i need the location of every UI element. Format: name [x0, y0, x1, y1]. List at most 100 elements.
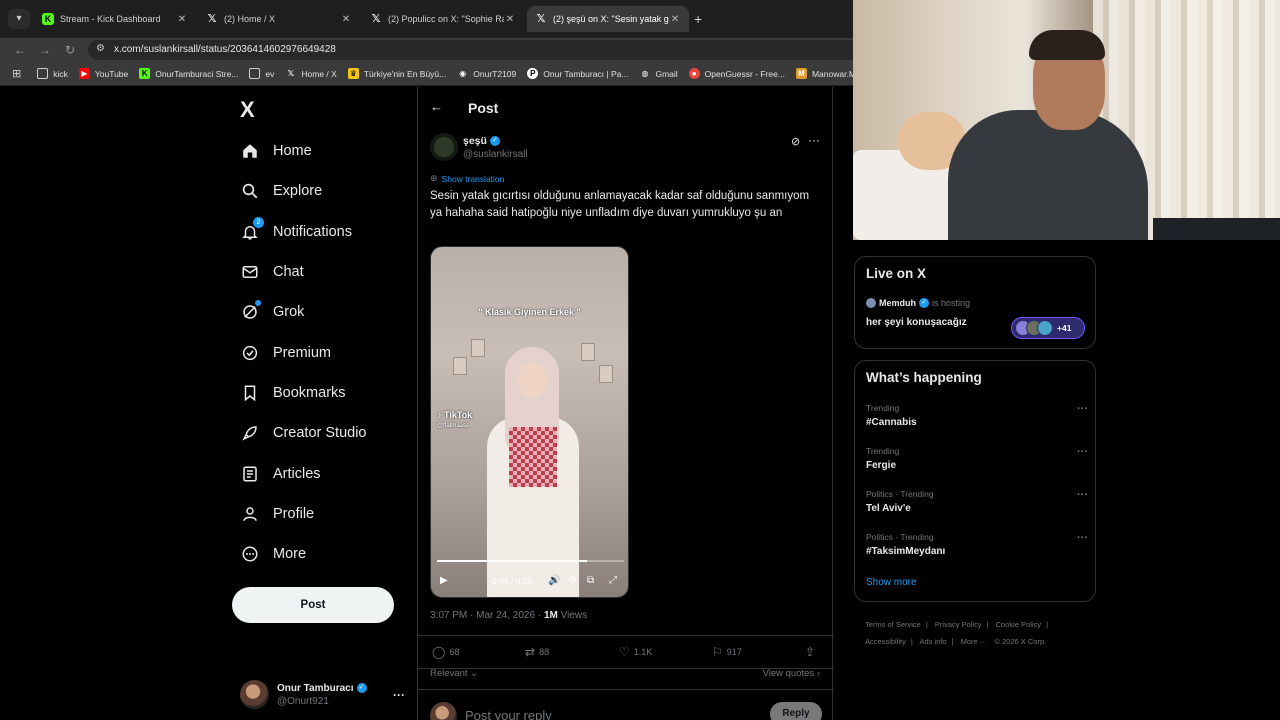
nav-notifications[interactable]: 2 Notifications [240, 212, 367, 252]
home-icon [240, 141, 260, 161]
play-icon[interactable]: ▶ [440, 575, 448, 586]
view-quotes-link[interactable]: View quotes › [763, 668, 820, 679]
reply-input[interactable]: Post your reply [465, 708, 552, 720]
article-icon [240, 464, 260, 484]
nav-grok[interactable]: Grok [240, 292, 367, 332]
close-icon[interactable]: ✕ [176, 14, 188, 25]
nav-premium[interactable]: Premium [240, 332, 367, 372]
bookmark-kick[interactable]: kick [37, 68, 68, 79]
trend-context: Trending [866, 403, 900, 413]
volume-icon[interactable]: 🔊 [548, 575, 560, 586]
share-action[interactable]: ⇪ [805, 645, 819, 659]
nav-more[interactable]: More [240, 534, 367, 574]
settings-icon[interactable]: ⚙ [568, 575, 577, 586]
bookmark-onur-stream[interactable]: K OnurTamburaci Stre... [139, 68, 238, 79]
footer-link-more[interactable]: More ··· [961, 637, 988, 646]
nav-bookmarks[interactable]: Bookmarks [240, 373, 367, 413]
new-tab-button[interactable]: + [694, 11, 702, 27]
like-action[interactable]: ♡ 1.1K [619, 645, 652, 659]
trend-item[interactable]: Trending Fergie ··· [866, 446, 1088, 471]
footer-link-ads[interactable]: Ads info [919, 637, 946, 646]
tab-kick-dashboard[interactable]: K Stream - Kick Dashboard ✕ [34, 6, 196, 32]
close-icon[interactable]: ✕ [669, 14, 681, 25]
post-button[interactable]: Post [232, 587, 394, 623]
nav-creator-studio[interactable]: Creator Studio [240, 413, 367, 453]
tab-home-x[interactable]: 𝕏 (2) Home / X ✕ [198, 6, 360, 32]
footer-link-cookie[interactable]: Cookie Policy [996, 620, 1041, 629]
tab-search-icon[interactable]: ▾ [8, 9, 30, 29]
more-options-icon[interactable]: ··· [1077, 446, 1088, 458]
x-logo-icon[interactable]: X [240, 97, 255, 123]
close-icon[interactable]: ✕ [340, 14, 352, 25]
fullscreen-icon[interactable]: ⤢ [609, 575, 617, 586]
back-arrow-icon[interactable]: ← [430, 99, 443, 114]
post-author[interactable]: şeşü ✓ @suslankirsall [430, 133, 528, 161]
forward-arrow-icon[interactable]: → [36, 41, 54, 59]
show-translation-link[interactable]: ⊕ Show translation [430, 173, 504, 184]
more-options-icon[interactable]: ··· [808, 133, 820, 147]
tab-sesu-active[interactable]: 𝕏 (2) şeşü on X: "Sesin yatak gıcırt ✕ [527, 6, 689, 32]
reply-button[interactable]: Reply [770, 702, 822, 720]
footer-link-accessibility[interactable]: Accessibility [865, 637, 906, 646]
trend-item[interactable]: Politics · Trending Tel Aviv'e ··· [866, 489, 1088, 514]
tab-populicc[interactable]: 𝕏 (2) Populicc on X: "Sophie Rain ✕ [362, 6, 524, 32]
bookmark-onur-pa[interactable]: P Onur Tamburacı | Pa... [527, 68, 628, 79]
bookmark-turkiye[interactable]: ♛ Türkiye'nin En Büyü... [347, 68, 446, 79]
trend-item[interactable]: Politics · Trending #TaksimMeydanı ··· [866, 532, 1088, 557]
bookmark-icon: ⚐ [712, 645, 723, 659]
account-switcher[interactable]: Onur Tamburacı ✓ @Onurt921 ··· [240, 680, 405, 709]
view-quotes-label: View quotes [762, 668, 815, 679]
avatar[interactable] [430, 133, 458, 161]
nav-chat[interactable]: Chat [240, 252, 367, 292]
sort-dropdown[interactable]: Relevant ⌄ [430, 668, 478, 679]
reply-action[interactable]: ◯ 68 [432, 645, 459, 659]
nav-explore[interactable]: Explore [240, 171, 367, 211]
nav-home[interactable]: Home [240, 131, 367, 171]
bookmark-youtube[interactable]: ▶ YouTube [78, 68, 128, 79]
author-handle[interactable]: @suslankirsall [463, 149, 528, 160]
more-options-icon[interactable]: ··· [1077, 489, 1088, 501]
bookmark-gmail[interactable]: ◍ Gmail [639, 68, 677, 79]
reload-icon[interactable]: ↻ [61, 41, 79, 59]
back-arrow-icon[interactable]: ← [11, 41, 29, 59]
trend-item[interactable]: Trending #Cannabis ··· [866, 403, 1088, 428]
footer-link-privacy[interactable]: Privacy Policy [935, 620, 982, 629]
post-timestamp[interactable]: 3:07 PM · Mar 24, 2026 · [430, 610, 544, 621]
video-progress-bar[interactable] [437, 560, 624, 562]
bookmark-ev[interactable]: ev [249, 68, 274, 79]
listeners-pill[interactable]: +41 [1011, 317, 1085, 339]
live-on-x-card[interactable]: Live on X Memduh ✓ is hosting her şeyi kon… [854, 256, 1096, 349]
close-icon[interactable]: ✕ [504, 14, 516, 25]
bookmark-label: Manowar.Ma [811, 68, 853, 79]
footer-link-terms[interactable]: Terms of Service [865, 620, 921, 629]
account-menu-icon[interactable]: ··· [393, 688, 405, 702]
more-options-icon[interactable]: ··· [1077, 532, 1088, 544]
site-info-icon[interactable]: ⚙ [96, 43, 105, 54]
grok-icon[interactable]: ⊘ [791, 135, 800, 148]
chevron-right-icon: › [816, 668, 820, 679]
bookmark-action[interactable]: ⚐ 917 [712, 645, 742, 659]
trend-name: Tel Aviv'e [866, 503, 911, 514]
verified-badge-icon: ✓ [356, 683, 367, 693]
more-options-icon[interactable]: ··· [1077, 403, 1088, 415]
address-bar[interactable]: ⚙ x.com/suslankirsall/status/20364146029… [88, 40, 853, 60]
bookmark-label: OpenGuessr - Free... [704, 68, 785, 79]
nav-articles[interactable]: Articles [240, 453, 367, 493]
author-name[interactable]: şeşü [463, 135, 487, 147]
bookmark-onurt2109[interactable]: ◉ OnurT2109 [457, 68, 516, 79]
repost-action[interactable]: ⇄ 88 [525, 645, 549, 659]
nav-label: Grok [273, 304, 305, 321]
bookmark-home-x[interactable]: 𝕏 Home / X [285, 68, 337, 79]
sort-label: Relevant [430, 668, 468, 679]
url-text[interactable]: x.com/suslankirsall/status/2036414602976… [114, 44, 336, 55]
show-more-link[interactable]: Show more [866, 577, 917, 588]
pip-icon[interactable]: ⧉ [587, 575, 594, 586]
browser-toolbar: ← → ↻ ⚙ x.com/suslankirsall/status/20364… [0, 38, 853, 62]
folder-icon [37, 68, 49, 79]
nav-profile[interactable]: Profile [240, 494, 367, 534]
video-player[interactable]: " Klasik Giyinen Erkek " ♪ TikTok @ffatm… [430, 246, 629, 598]
bookmark-manowar[interactable]: M Manowar.Ma [795, 68, 853, 79]
apps-grid-icon[interactable]: ⊞ [12, 67, 21, 80]
bookmark-openguessr[interactable]: ● OpenGuessr - Free... [688, 68, 785, 79]
bookmark-label: OnurTamburaci Stre... [155, 68, 239, 79]
